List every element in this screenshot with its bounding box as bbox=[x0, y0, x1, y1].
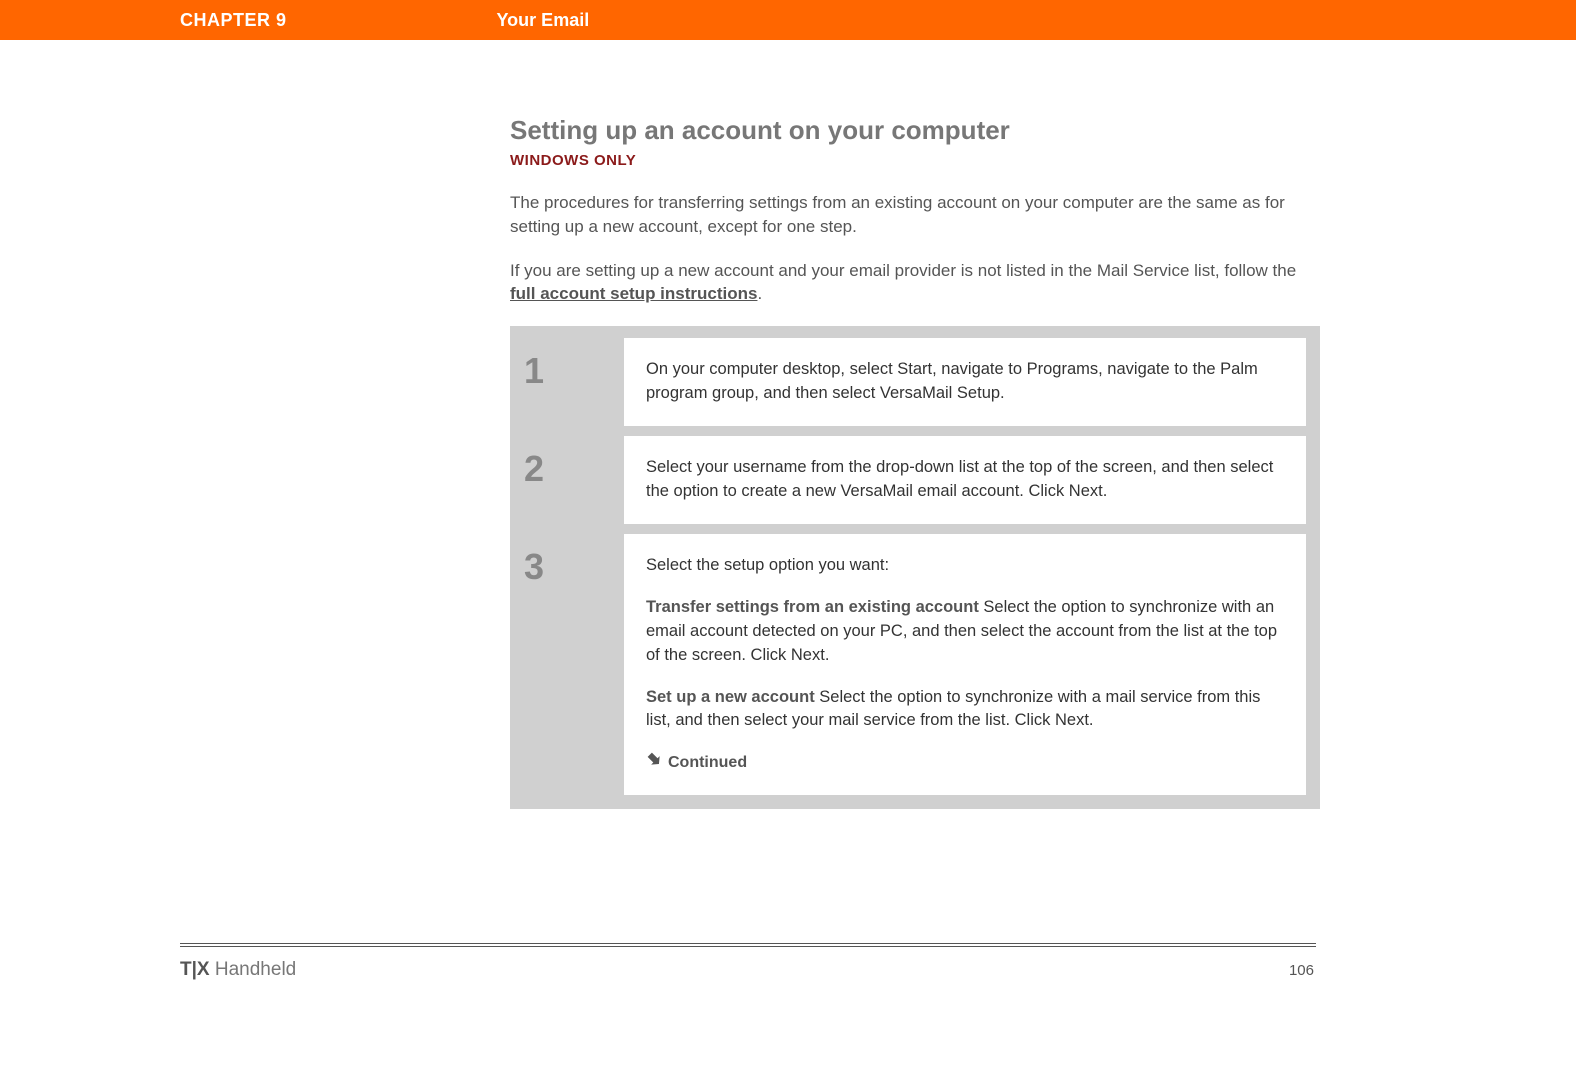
step-body: On your computer desktop, select Start, … bbox=[624, 338, 1306, 426]
page-title: Setting up an account on your computer bbox=[510, 115, 1320, 146]
steps-container: 1 On your computer desktop, select Start… bbox=[510, 326, 1320, 808]
full-setup-link[interactable]: full account setup instructions bbox=[510, 284, 757, 303]
continued-indicator: Continued bbox=[646, 751, 1284, 774]
footer-divider bbox=[180, 943, 1316, 947]
intro-paragraph-1: The procedures for transferring settings… bbox=[510, 191, 1320, 239]
arrow-down-right-icon bbox=[646, 751, 662, 774]
option-1-lead: Transfer settings from an existing accou… bbox=[646, 598, 979, 616]
step-option-2: Set up a new account Select the option t… bbox=[646, 686, 1284, 734]
step-number: 1 bbox=[524, 338, 624, 426]
main-content: Setting up an account on your computer W… bbox=[510, 115, 1320, 809]
step-number: 3 bbox=[524, 534, 624, 795]
header-bar: CHAPTER 9 Your Email bbox=[0, 0, 1576, 40]
section-label: Your Email bbox=[497, 10, 590, 31]
intro-paragraph-2-post: . bbox=[757, 284, 762, 303]
intro-paragraph-2: If you are setting up a new account and … bbox=[510, 259, 1320, 307]
step-text: Select your username from the drop-down … bbox=[646, 458, 1273, 500]
step-body: Select the setup option you want: Transf… bbox=[624, 534, 1306, 795]
footer-row: T|X Handheld 106 bbox=[180, 959, 1576, 981]
step-row-1: 1 On your computer desktop, select Start… bbox=[524, 338, 1306, 426]
footer-brand-bold: T|X bbox=[180, 959, 210, 980]
step-body: Select your username from the drop-down … bbox=[624, 436, 1306, 524]
step-number: 2 bbox=[524, 436, 624, 524]
page-number: 106 bbox=[1289, 962, 1314, 979]
subtitle: WINDOWS ONLY bbox=[510, 152, 1320, 169]
footer-brand-rest: Handheld bbox=[210, 959, 297, 980]
intro-paragraph-2-pre: If you are setting up a new account and … bbox=[510, 261, 1296, 280]
step-row-3: 3 Select the setup option you want: Tran… bbox=[524, 534, 1306, 795]
continued-label: Continued bbox=[668, 751, 747, 774]
step-intro: Select the setup option you want: bbox=[646, 554, 1284, 578]
footer-brand: T|X Handheld bbox=[180, 959, 296, 981]
step-option-1: Transfer settings from an existing accou… bbox=[646, 596, 1284, 668]
option-2-lead: Set up a new account bbox=[646, 688, 815, 706]
chapter-label: CHAPTER 9 bbox=[180, 10, 287, 31]
footer: T|X Handheld 106 bbox=[180, 943, 1576, 981]
step-text: On your computer desktop, select Start, … bbox=[646, 360, 1258, 402]
step-row-2: 2 Select your username from the drop-dow… bbox=[524, 436, 1306, 524]
